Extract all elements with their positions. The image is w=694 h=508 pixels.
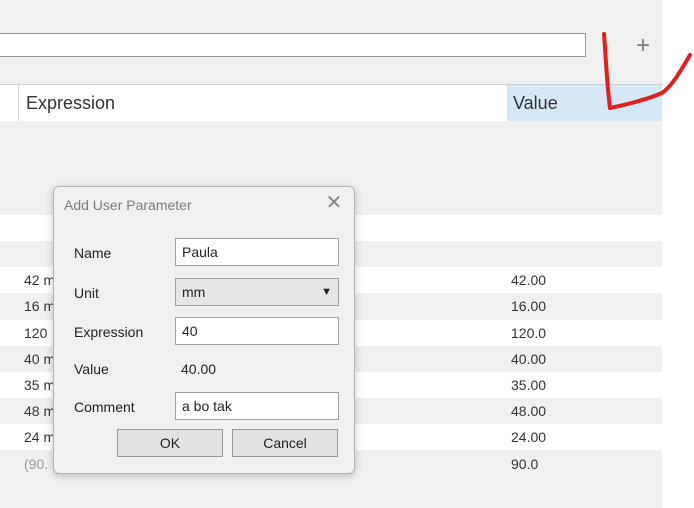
expression-label: Expression <box>74 324 144 340</box>
expression-cell: 40 m <box>24 351 56 367</box>
table-header: Expression Value <box>0 85 662 121</box>
column-header-expression[interactable]: Expression <box>26 85 115 121</box>
close-icon[interactable]: ✕ <box>324 193 344 213</box>
value-cell: 40.00 <box>511 351 547 367</box>
value-cell: 120.0 <box>511 325 547 341</box>
comment-field[interactable]: a bo tak <box>175 392 339 420</box>
expression-field[interactable]: 40 <box>175 317 339 345</box>
cancel-button[interactable]: Cancel <box>232 429 338 457</box>
name-label: Name <box>74 245 112 261</box>
value-cell: 42.00 <box>511 272 547 288</box>
value-cell: 24.00 <box>511 429 547 445</box>
add-user-parameter-dialog: Add User Parameter ✕ Name Paula Unit mm … <box>53 186 355 474</box>
expression-cell: 120 <box>24 325 48 341</box>
dialog-title: Add User Parameter <box>64 197 192 213</box>
ok-button[interactable]: OK <box>117 429 223 457</box>
expression-cell: 35 m <box>24 377 56 393</box>
unit-select-value: mm <box>182 284 206 300</box>
add-parameter-button[interactable]: + <box>630 33 656 59</box>
chevron-down-icon: ▼ <box>321 286 332 298</box>
expression-cell: 42 m <box>24 272 56 288</box>
search-input[interactable] <box>0 33 586 57</box>
comment-label: Comment <box>74 399 135 415</box>
name-field[interactable]: Paula <box>175 238 339 266</box>
column-header-value[interactable]: Value <box>507 85 662 121</box>
value-cell: 90.0 <box>511 456 539 472</box>
value-readout: 40.00 <box>181 361 217 377</box>
value-cell: 48.00 <box>511 403 547 419</box>
expression-cell: 24 m <box>24 429 56 445</box>
unit-label: Unit <box>74 285 99 301</box>
column-separator[interactable] <box>18 85 19 121</box>
unit-select[interactable]: mm ▼ <box>175 278 339 306</box>
value-cell: 35.00 <box>511 377 547 393</box>
expression-cell: 48 m <box>24 403 56 419</box>
expression-cell: 16 m <box>24 298 56 314</box>
value-cell: 16.00 <box>511 298 547 314</box>
value-label: Value <box>74 361 109 377</box>
plus-icon: + <box>635 32 650 59</box>
expression-cell: (90. <box>24 456 49 472</box>
